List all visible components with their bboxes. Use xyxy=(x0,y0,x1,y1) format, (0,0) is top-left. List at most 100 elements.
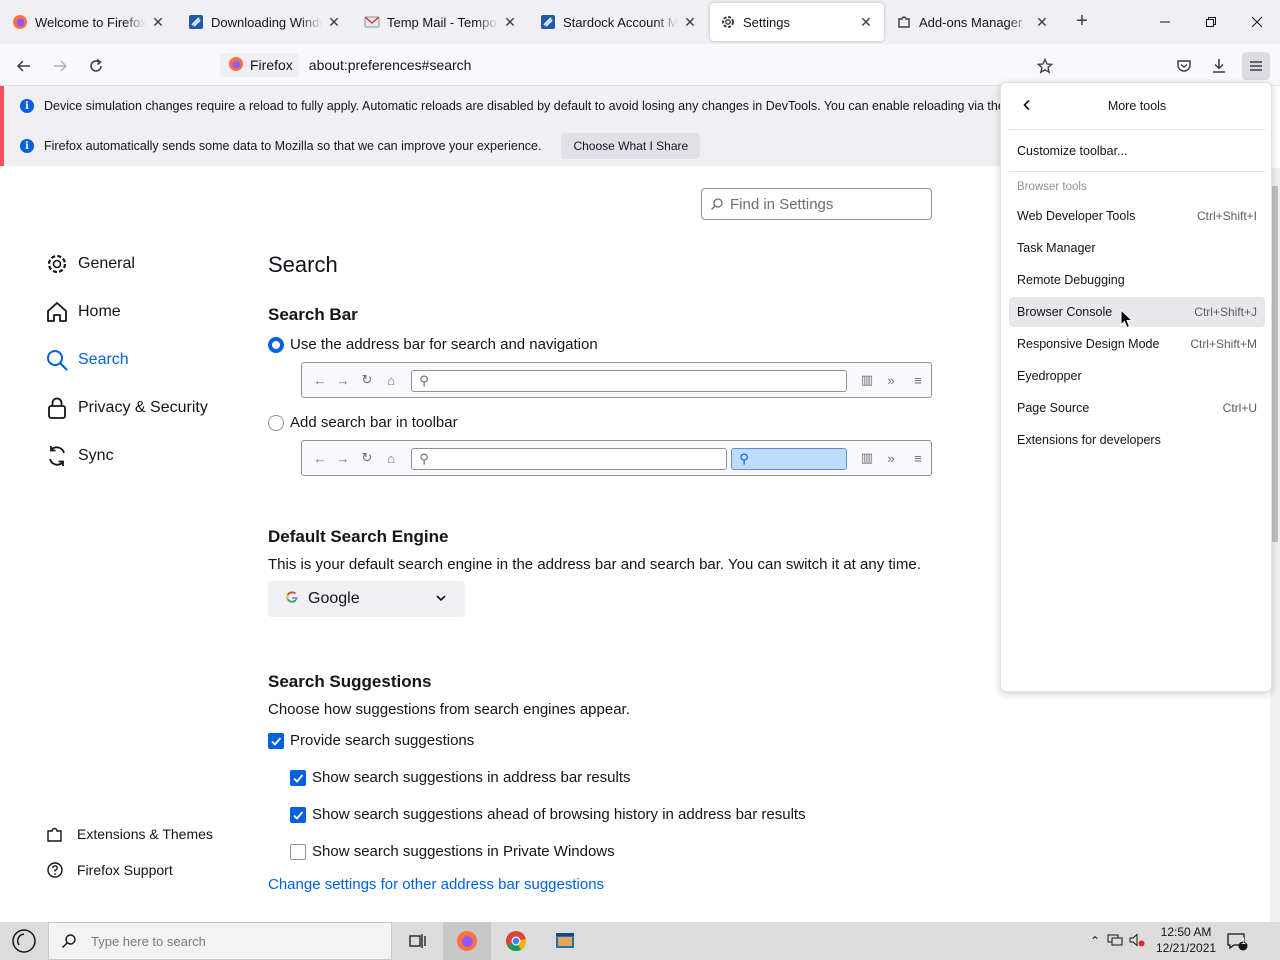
clock[interactable]: 12:50 AM 12/21/2021 xyxy=(1156,924,1216,956)
bookmark-star-button[interactable] xyxy=(1031,52,1059,80)
mouse-cursor-icon xyxy=(1120,309,1134,329)
close-window-button[interactable] xyxy=(1234,0,1280,44)
radio-button-selected[interactable] xyxy=(268,336,284,353)
app-window-icon xyxy=(556,933,574,948)
minimize-button[interactable] xyxy=(1142,0,1188,44)
chevron-up-icon[interactable]: ⌃ xyxy=(1086,934,1104,948)
pocket-button[interactable] xyxy=(1170,52,1198,80)
address-bar[interactable]: Firefox about:preferences#search xyxy=(220,48,1064,82)
downloads-button[interactable] xyxy=(1205,52,1233,80)
network-icon[interactable] xyxy=(1104,933,1126,950)
minimize-icon xyxy=(1160,21,1170,23)
action-center-button[interactable]: 1 xyxy=(1226,922,1248,960)
preview-url-field: ⚲ xyxy=(411,448,727,470)
menu-item-remote-debugging[interactable]: Remote Debugging xyxy=(1009,265,1265,295)
close-icon[interactable]: ✕ xyxy=(326,14,342,31)
clock-date: 12/21/2021 xyxy=(1156,941,1217,955)
checkbox-suggestions-address-bar[interactable]: Show search suggestions in address bar r… xyxy=(290,769,631,786)
extensions-themes-link[interactable]: Extensions & Themes xyxy=(46,825,213,843)
checkbox-unchecked[interactable] xyxy=(290,843,306,860)
menu-item-extensions-for-developers[interactable]: Extensions for developers xyxy=(1009,425,1265,455)
search-icon xyxy=(44,347,70,373)
forward-arrow-icon xyxy=(54,60,68,72)
sidebar-item-privacy-security[interactable]: Privacy & Security xyxy=(44,392,208,424)
sidebar-item-home[interactable]: Home xyxy=(44,296,121,328)
checkbox-checked[interactable] xyxy=(290,769,306,786)
menu-item-shortcut: Ctrl+Shift+M xyxy=(1190,337,1257,351)
menu-item-page-source[interactable]: Page Source Ctrl+U xyxy=(1009,393,1265,423)
divider xyxy=(1009,171,1265,172)
radio-button[interactable] xyxy=(268,414,284,431)
checkbox-suggestions-ahead-history[interactable]: Show search suggestions ahead of browsin… xyxy=(290,806,806,823)
tab-stardock-account[interactable]: Stardock Account Manager ✕ xyxy=(530,3,708,41)
tab-downloading[interactable]: Downloading Windows ✕ xyxy=(178,3,352,41)
tab-strip: Welcome to Firefox ✕ Downloading Windows… xyxy=(0,0,1280,44)
search-bar-heading: Search Bar xyxy=(268,305,358,324)
menu-item-customize-toolbar[interactable]: Customize toolbar... xyxy=(1009,136,1265,166)
windows-taskbar: Type here to search ⌃ 12:50 AM 12/21/202… xyxy=(0,922,1280,960)
checkbox-checked[interactable] xyxy=(268,732,284,749)
menu-item-responsive-design-mode[interactable]: Responsive Design Mode Ctrl+Shift+M xyxy=(1009,329,1265,359)
divider xyxy=(1009,129,1265,130)
sidebar-item-sync[interactable]: Sync xyxy=(44,440,114,472)
preview-search-field: ⚲ xyxy=(731,448,847,470)
stardock-icon xyxy=(188,14,204,30)
menu-item-label: Task Manager xyxy=(1017,241,1096,255)
find-in-settings-input[interactable]: Find in Settings xyxy=(701,188,932,220)
tab-addons[interactable]: Add-ons Manager ✕ xyxy=(886,3,1060,41)
identity-box[interactable]: Firefox xyxy=(220,53,299,77)
volume-muted-icon[interactable] xyxy=(1126,932,1148,950)
search-icon xyxy=(62,934,76,948)
lock-icon xyxy=(44,395,70,421)
tab-temp-mail[interactable]: Temp Mail - Temporary ✕ xyxy=(354,3,528,41)
radio-add-search-bar[interactable]: Add search bar in toolbar xyxy=(268,414,458,431)
default-engine-description: This is your default search engine in th… xyxy=(268,556,921,573)
tab-settings[interactable]: Settings ✕ xyxy=(710,3,884,41)
default-engine-select[interactable]: Google xyxy=(268,581,465,617)
url-text[interactable]: about:preferences#search xyxy=(309,57,472,73)
sidebar-item-general[interactable]: General xyxy=(44,248,135,280)
choose-what-i-share-button[interactable]: Choose What I Share xyxy=(561,133,701,159)
checkbox-checked[interactable] xyxy=(290,806,306,823)
back-button[interactable] xyxy=(10,52,38,80)
more-tools-panel: More tools Customize toolbar... Browser … xyxy=(1000,82,1272,692)
taskbar-search-box[interactable]: Type here to search xyxy=(48,922,392,960)
start-button[interactable] xyxy=(0,922,48,960)
task-view-button[interactable] xyxy=(394,922,442,960)
close-icon[interactable]: ✕ xyxy=(682,14,698,31)
menu-item-web-developer-tools[interactable]: Web Developer Tools Ctrl+Shift+I xyxy=(1009,201,1265,231)
restore-button[interactable] xyxy=(1188,0,1234,44)
taskbar-chrome[interactable] xyxy=(492,922,540,960)
search-icon: ⚲ xyxy=(419,373,429,388)
address-bar-suggestions-link[interactable]: Change settings for other address bar su… xyxy=(268,876,604,893)
menu-item-label: Remote Debugging xyxy=(1017,273,1125,287)
radio-use-address-bar[interactable]: Use the address bar for search and navig… xyxy=(268,336,598,353)
scrollbar-thumb[interactable] xyxy=(1272,186,1278,542)
app-menu-button[interactable] xyxy=(1242,52,1270,80)
selected-engine: Google xyxy=(308,590,360,607)
menu-item-eyedropper[interactable]: Eyedropper xyxy=(1009,361,1265,391)
new-tab-button[interactable]: + xyxy=(1070,10,1094,34)
close-icon[interactable]: ✕ xyxy=(150,14,166,31)
sidebar-item-search[interactable]: Search xyxy=(44,344,129,376)
checkbox-provide-suggestions[interactable]: Provide search suggestions xyxy=(268,732,474,749)
menu-item-task-manager[interactable]: Task Manager xyxy=(1009,233,1265,263)
taskbar-app-window[interactable] xyxy=(541,922,589,960)
firefox-support-link[interactable]: Firefox Support xyxy=(46,861,173,879)
close-icon[interactable]: ✕ xyxy=(858,14,874,31)
back-arrow-icon: ← xyxy=(313,372,327,388)
checkbox-suggestions-private[interactable]: Show search suggestions in Private Windo… xyxy=(290,843,615,860)
reload-button[interactable] xyxy=(82,52,110,80)
menu-item-label: Page Source xyxy=(1017,401,1090,415)
menu-item-browser-console[interactable]: Browser Console Ctrl+Shift+J xyxy=(1009,297,1265,327)
forward-button[interactable] xyxy=(46,52,74,80)
close-icon[interactable]: ✕ xyxy=(502,14,518,31)
firefox-icon xyxy=(457,931,477,951)
close-icon[interactable]: ✕ xyxy=(1034,14,1050,31)
forward-arrow-icon: → xyxy=(336,372,350,388)
address-bar-preview: ← → ↻ ⌂ ⚲ ▥ » ≡ xyxy=(301,362,932,398)
tab-welcome[interactable]: Welcome to Firefox ✕ xyxy=(2,3,176,41)
clock-time: 12:50 AM xyxy=(1160,925,1212,939)
devtools-reload-notification: i Device simulation changes require a re… xyxy=(0,86,1000,126)
taskbar-firefox[interactable] xyxy=(443,922,491,960)
